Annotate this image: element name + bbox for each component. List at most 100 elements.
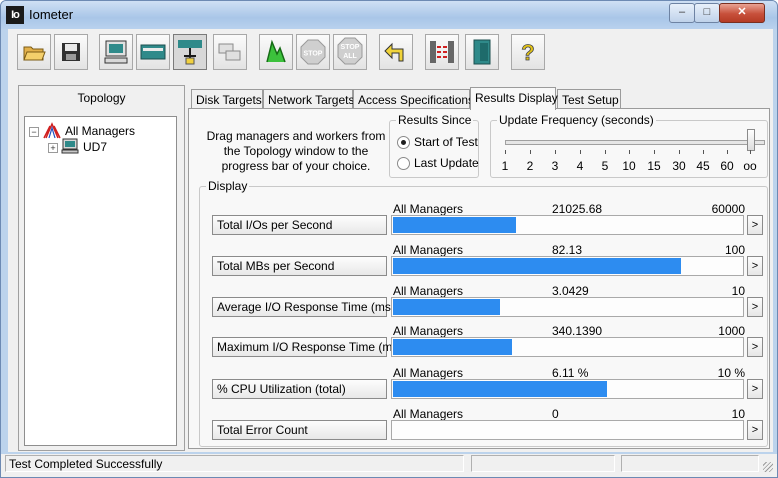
update-frequency-tick — [605, 150, 606, 154]
last-update-label[interactable]: Last Update — [414, 156, 479, 170]
metric-value: 6.11 % — [552, 366, 589, 380]
topology-pane: Topology − All Managers + UD7 — [18, 85, 185, 451]
metric-select-button[interactable]: Average I/O Response Time (ms) — [212, 297, 395, 317]
metric-select-button[interactable]: Total MBs per Second — [212, 256, 387, 276]
display-group: Display All Managers 21025.68 60000 Total I… — [199, 179, 768, 447]
tab-test-setup[interactable]: Test Setup — [557, 89, 621, 109]
tab-disk-targets[interactable]: Disk Targets — [191, 89, 263, 109]
duplicate-worker-button[interactable] — [213, 34, 247, 70]
minimize-button[interactable]: – — [669, 3, 695, 23]
expand-toggle[interactable]: + — [48, 143, 58, 153]
metric-more-button[interactable]: > — [747, 337, 763, 357]
metric-progress-bar[interactable] — [391, 337, 744, 357]
metric-progress-bar[interactable] — [391, 379, 744, 399]
metric-source-label: All Managers — [393, 324, 464, 338]
update-frequency-tick — [530, 150, 531, 154]
update-frequency-label: 1 — [501, 159, 509, 173]
metric-source-label: All Managers — [393, 284, 464, 298]
maximize-button[interactable]: □ — [694, 3, 720, 23]
update-frequency-tick — [580, 150, 581, 154]
metric-progress-bar[interactable] — [391, 297, 744, 317]
all-managers-icon — [43, 122, 61, 139]
status-pane-3 — [621, 455, 759, 472]
exit-button[interactable] — [465, 34, 499, 70]
stop-all-icon: STOP ALL — [337, 37, 363, 65]
metric-select-button[interactable]: % CPU Utilization (total) — [212, 379, 387, 399]
close-button[interactable]: ✕ — [719, 3, 765, 23]
iometer-window: Io Iometer – □ ✕ STOP STOP ALL ? Topolog… — [0, 0, 778, 478]
metric-select-button[interactable]: Total Error Count — [212, 420, 387, 440]
new-disk-worker-button[interactable] — [136, 34, 170, 70]
stop-button[interactable]: STOP — [296, 34, 330, 70]
stop-all-button[interactable]: STOP ALL — [333, 34, 367, 70]
topology-tree[interactable]: − All Managers + UD7 — [24, 116, 177, 446]
title-bar[interactable]: Io Iometer – □ ✕ — [1, 1, 777, 29]
help-icon: ? — [521, 40, 535, 66]
update-frequency-tick — [629, 150, 630, 154]
metric-more-button[interactable]: > — [747, 256, 763, 276]
metric-source-label: All Managers — [393, 366, 464, 380]
update-frequency-label: 15 — [647, 159, 661, 173]
window-title: Iometer — [29, 7, 74, 22]
update-frequency-slider-thumb[interactable] — [747, 129, 755, 151]
metric-value: 21025.68 — [552, 202, 603, 216]
computer-icon — [61, 138, 79, 154]
save-button[interactable] — [54, 34, 88, 70]
topology-title: Topology — [77, 91, 126, 105]
update-frequency-slider-track[interactable] — [505, 140, 765, 145]
update-frequency-tick — [679, 150, 680, 154]
reset-workers-button[interactable] — [379, 34, 413, 70]
help-button[interactable]: ? — [511, 34, 545, 70]
status-text: Test Completed Successfully — [5, 455, 464, 472]
metric-value: 82.13 — [552, 243, 583, 257]
metric-source-label: All Managers — [393, 243, 464, 257]
stop-all-label-bottom: ALL — [343, 53, 357, 60]
tree-item-ud7[interactable]: UD7 — [83, 139, 107, 155]
start-display-manager-button[interactable] — [99, 34, 133, 70]
metric-more-button[interactable]: > — [747, 379, 763, 399]
update-frequency-label: 4 — [576, 159, 584, 173]
disconnect-manager-icon — [430, 41, 454, 63]
last-update-radio[interactable] — [397, 157, 410, 170]
update-frequency-label: 45 — [696, 159, 710, 173]
tab-results-display[interactable]: Results Display — [470, 87, 558, 110]
start-tests-button[interactable] — [259, 34, 293, 70]
tab-network-targets[interactable]: Network Targets — [263, 89, 354, 109]
open-button[interactable] — [17, 34, 51, 70]
metric-value: 0 — [552, 407, 559, 421]
metric-progress-fill — [393, 217, 516, 233]
new-network-worker-button[interactable] — [173, 34, 207, 70]
help-label: ? — [521, 40, 534, 65]
update-frequency-tick — [654, 150, 655, 154]
start-of-test-radio[interactable] — [397, 136, 410, 149]
resize-grip[interactable] — [763, 462, 773, 472]
metric-progress-bar[interactable] — [391, 215, 744, 235]
update-frequency-tick — [555, 150, 556, 154]
metric-max: 60000 — [711, 202, 745, 216]
metric-progress-bar[interactable] — [391, 420, 744, 440]
metric-select-button[interactable]: Maximum I/O Response Time (ms) — [212, 337, 402, 357]
collapse-toggle[interactable]: − — [29, 127, 39, 137]
metric-more-button[interactable]: > — [747, 215, 763, 235]
reset-workers-icon — [384, 42, 404, 62]
metric-more-button[interactable]: > — [747, 420, 763, 440]
tree-item-all-managers[interactable]: All Managers — [65, 123, 135, 139]
exit-icon — [473, 39, 491, 65]
update-frequency-label: 5 — [601, 159, 609, 173]
metric-progress-bar[interactable] — [391, 256, 744, 276]
open-config-icon — [23, 46, 46, 61]
metric-select-button[interactable]: Total I/Os per Second — [212, 215, 387, 235]
drag-instruction: Drag managers and workers from the Topol… — [206, 129, 386, 173]
metric-progress-fill — [393, 339, 512, 355]
metric-source-label: All Managers — [393, 202, 464, 216]
update-frequency-group: Update Frequency (seconds) 1 2 3 4 5 10 15 30 45… — [490, 113, 768, 178]
disconnect-manager-button[interactable] — [425, 34, 459, 70]
update-frequency-tick — [727, 150, 728, 154]
start-display-manager-icon — [104, 40, 128, 64]
metric-more-button[interactable]: > — [747, 297, 763, 317]
metric-max: 1000 — [718, 324, 745, 338]
start-of-test-label[interactable]: Start of Test — [414, 135, 478, 149]
metric-progress-fill — [393, 381, 607, 397]
metric-max: 100 — [724, 243, 745, 257]
tab-access-specifications[interactable]: Access Specifications — [353, 89, 474, 109]
